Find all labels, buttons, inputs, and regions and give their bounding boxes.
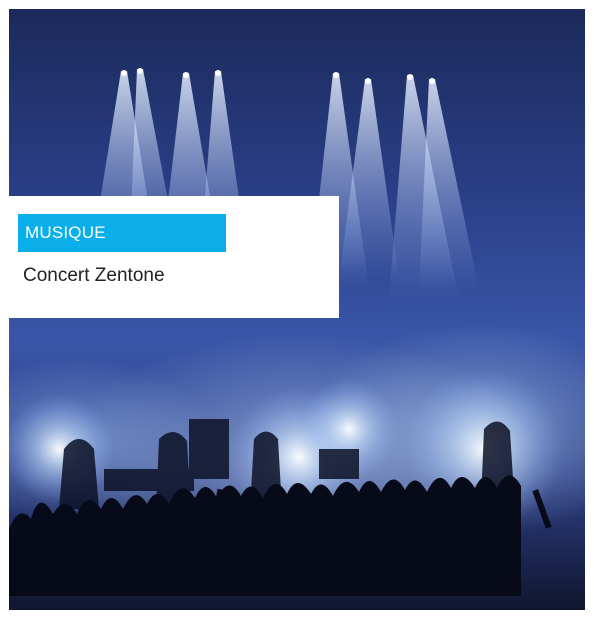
event-card[interactable]: MUSIQUE Concert Zentone — [9, 9, 585, 610]
spotlight-lamps — [121, 68, 435, 84]
category-badge[interactable]: MUSIQUE — [18, 214, 226, 252]
event-title[interactable]: Concert Zentone — [23, 264, 165, 288]
event-info-box[interactable]: MUSIQUE Concert Zentone — [9, 196, 339, 318]
